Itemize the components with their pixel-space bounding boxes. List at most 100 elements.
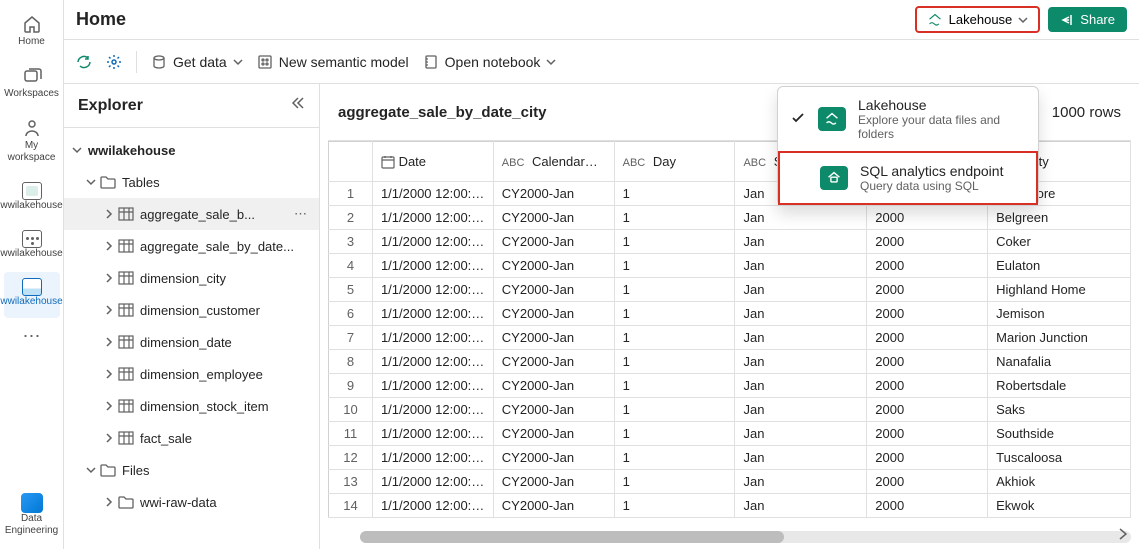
table-title: aggregate_sale_by_date_city [338, 104, 546, 121]
table-cell: 2000 [867, 494, 988, 518]
tree-table-item[interactable]: aggregate_sale_b...⋯ [64, 198, 319, 230]
tree-table-item[interactable]: dimension_date [64, 326, 319, 358]
view-switch-lakehouse[interactable]: Lakehouse [915, 6, 1041, 33]
tree-tables-group[interactable]: Tables [64, 166, 319, 198]
table-cell: CY2000-Jan [493, 254, 614, 278]
tree-folder-item[interactable]: wwi-raw-data [64, 486, 319, 518]
chevron-down-icon [233, 57, 243, 67]
table-row[interactable]: 31/1/2000 12:00:0...CY2000-Jan1Jan2000Co… [329, 230, 1131, 254]
table-row[interactable]: 141/1/2000 12:00:0...CY2000-Jan1Jan2000E… [329, 494, 1131, 518]
table-cell: 2000 [867, 230, 988, 254]
table-cell: Jan [735, 230, 867, 254]
tree-chevron[interactable] [84, 463, 98, 477]
table-icon [118, 430, 134, 446]
table-cell: Jan [735, 254, 867, 278]
scroll-right-button[interactable] [1117, 527, 1129, 545]
tree-files-group[interactable]: Files [64, 454, 319, 486]
tree-table-item[interactable]: dimension_stock_item [64, 390, 319, 422]
data-area: aggregate_sale_by_date_city 1000 rows Da… [320, 84, 1139, 549]
chevron-double-left-icon [291, 96, 305, 110]
tree-table-item[interactable]: aggregate_sale_by_date... [64, 230, 319, 262]
table-cell: 1 [614, 230, 735, 254]
table-cell: 1/1/2000 12:00:0... [372, 446, 493, 470]
tree-chevron[interactable] [102, 431, 116, 445]
table-cell: 2000 [867, 302, 988, 326]
table-cell: CY2000-Jan [493, 374, 614, 398]
flyout-lakehouse-sub: Explore your data files and folders [858, 113, 1026, 141]
table-cell: CY2000-Jan [493, 278, 614, 302]
lakehouse-icon [927, 13, 943, 27]
tree-folder-label: wwi-raw-data [140, 495, 311, 510]
table-row[interactable]: 101/1/2000 12:00:0...CY2000-Jan1Jan2000S… [329, 398, 1131, 422]
rail-wwilakehouse-1[interactable]: wwilakehouse [4, 176, 60, 222]
rail-my-workspace[interactable]: My workspace [4, 112, 60, 174]
new-semantic-model-button[interactable]: New semantic model [257, 54, 409, 70]
tree-chevron[interactable] [70, 143, 84, 157]
rail-wwilakehouse-3[interactable]: wwilakehouse [4, 272, 60, 318]
tree-table-item[interactable]: fact_sale [64, 422, 319, 454]
table-icon [118, 238, 134, 254]
table-cell: Southside [988, 422, 1131, 446]
flyout-option-lakehouse[interactable]: Lakehouse Explore your data files and fo… [778, 87, 1038, 151]
column-header[interactable]: ABC CalendarMo... [493, 142, 614, 182]
table-row[interactable]: 51/1/2000 12:00:0...CY2000-Jan1Jan2000Hi… [329, 278, 1131, 302]
table-row[interactable]: 61/1/2000 12:00:0...CY2000-Jan1Jan2000Je… [329, 302, 1131, 326]
tree-root[interactable]: wwilakehouse [64, 134, 319, 166]
rail-more[interactable]: ⋯ [17, 320, 47, 353]
rail-wwilakehouse-2[interactable]: wwilakehouse [4, 224, 60, 270]
rownum-cell: 9 [329, 374, 373, 398]
tree-chevron[interactable] [84, 175, 98, 189]
table-row[interactable]: 111/1/2000 12:00:0...CY2000-Jan1Jan2000S… [329, 422, 1131, 446]
table-row[interactable]: 21/1/2000 12:00:0...CY2000-Jan1Jan2000Be… [329, 206, 1131, 230]
tree-chevron[interactable] [102, 495, 116, 509]
table-cell: 1 [614, 182, 735, 206]
tree-chevron[interactable] [102, 335, 116, 349]
rail-home[interactable]: Home [4, 8, 60, 58]
settings-button[interactable] [106, 54, 122, 70]
table-cell: CY2000-Jan [493, 326, 614, 350]
collapse-panel-button[interactable] [291, 96, 305, 115]
scrollbar-thumb[interactable] [360, 531, 784, 543]
tree-chevron[interactable] [102, 207, 116, 221]
table-row[interactable]: 131/1/2000 12:00:0...CY2000-Jan1Jan2000A… [329, 470, 1131, 494]
tree-table-item[interactable]: dimension_employee [64, 358, 319, 390]
table-row[interactable]: 81/1/2000 12:00:0...CY2000-Jan1Jan2000Na… [329, 350, 1131, 374]
folder-icon [100, 174, 116, 190]
table-row[interactable]: 71/1/2000 12:00:0...CY2000-Jan1Jan2000Ma… [329, 326, 1131, 350]
notebook-icon [423, 54, 439, 70]
table-row[interactable]: 121/1/2000 12:00:0...CY2000-Jan1Jan2000T… [329, 446, 1131, 470]
tree-item-more[interactable]: ⋯ [290, 206, 311, 222]
column-header[interactable]: Date [372, 142, 493, 182]
rownum-cell: 10 [329, 398, 373, 422]
lakehouse-waves-icon [22, 278, 42, 296]
rail-data-engineering[interactable]: Data Engineering [4, 487, 60, 547]
rail-workspaces[interactable]: Workspaces [4, 60, 60, 110]
table-cell: CY2000-Jan [493, 422, 614, 446]
refresh-button[interactable] [76, 54, 92, 70]
tree-chevron[interactable] [102, 303, 116, 317]
get-data-button[interactable]: Get data [151, 54, 243, 70]
table-cell: 1 [614, 206, 735, 230]
tree-chevron[interactable] [102, 239, 116, 253]
tree-table-item[interactable]: dimension_city [64, 262, 319, 294]
flyout-option-sql[interactable]: SQL analytics endpoint Query data using … [778, 151, 1038, 205]
explorer-title: Explorer [78, 97, 143, 115]
table-row[interactable]: 91/1/2000 12:00:0...CY2000-Jan1Jan2000Ro… [329, 374, 1131, 398]
table-cell: CY2000-Jan [493, 470, 614, 494]
tree-chevron[interactable] [102, 367, 116, 381]
explorer-tree: wwilakehouseTablesaggregate_sale_b...⋯ag… [64, 128, 319, 524]
tree-chevron[interactable] [102, 399, 116, 413]
column-header[interactable]: ABC Day [614, 142, 735, 182]
table-cell: Marion Junction [988, 326, 1131, 350]
table-row[interactable]: 41/1/2000 12:00:0...CY2000-Jan1Jan2000Eu… [329, 254, 1131, 278]
tree-chevron[interactable] [102, 271, 116, 285]
table-cell: Akhiok [988, 470, 1131, 494]
share-button[interactable]: Share [1048, 7, 1127, 32]
share-label: Share [1080, 12, 1115, 27]
table-cell: Tuscaloosa [988, 446, 1131, 470]
tree-table-item[interactable]: dimension_customer [64, 294, 319, 326]
horizontal-scrollbar[interactable] [360, 531, 1131, 543]
rail-wwilakehouse-2-label: wwilakehouse [0, 248, 62, 260]
open-notebook-button[interactable]: Open notebook [423, 54, 557, 70]
breadcrumb: Home [76, 9, 907, 30]
